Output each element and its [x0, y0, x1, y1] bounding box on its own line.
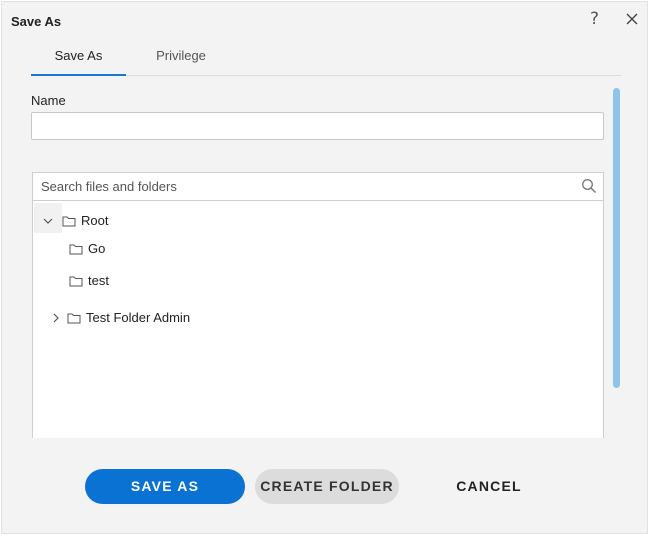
- folder-tree-panel: Root Go test Test Folder Admin: [32, 172, 604, 438]
- tree-item-label: Root: [81, 213, 109, 228]
- name-input[interactable]: [31, 112, 604, 140]
- create-folder-button[interactable]: CREATE FOLDER: [255, 469, 399, 504]
- tree-item-label: Test Folder Admin: [86, 310, 191, 325]
- cancel-button[interactable]: CANCEL: [434, 469, 544, 504]
- chevron-down-icon[interactable]: [42, 215, 54, 227]
- tab-privilege[interactable]: Privilege: [136, 40, 226, 74]
- tree-item-label: Go: [88, 241, 106, 256]
- tab-bar: Save As Privilege: [31, 40, 621, 76]
- close-icon[interactable]: [625, 12, 639, 26]
- save-as-dialog: Save As ? Save As Privilege Name Ro: [1, 1, 648, 534]
- tree-item-label: test: [88, 273, 109, 288]
- search-box: [33, 173, 603, 201]
- tab-save-as[interactable]: Save As: [31, 40, 126, 76]
- tree-item-test-folder-admin[interactable]: Test Folder Admin: [33, 304, 603, 332]
- name-label: Name: [31, 93, 66, 108]
- search-input[interactable]: [33, 173, 573, 199]
- tree-item-test[interactable]: test: [33, 267, 603, 295]
- chevron-right-icon[interactable]: [50, 312, 62, 324]
- dialog-title: Save As: [11, 14, 62, 29]
- scrollbar-thumb[interactable]: [613, 88, 620, 388]
- tree-item-go[interactable]: Go: [33, 235, 603, 263]
- folder-icon: [69, 276, 83, 287]
- folder-icon: [67, 313, 81, 324]
- help-icon[interactable]: ?: [590, 9, 599, 29]
- save-as-button[interactable]: SAVE AS: [85, 469, 245, 504]
- folder-icon: [69, 244, 83, 255]
- tree-item-root[interactable]: Root: [33, 207, 603, 235]
- folder-icon: [62, 216, 76, 227]
- search-icon[interactable]: [581, 178, 597, 194]
